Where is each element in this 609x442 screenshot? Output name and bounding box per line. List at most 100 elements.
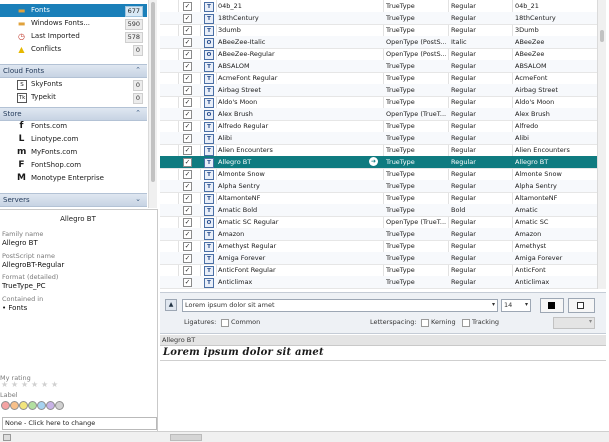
cloud-item[interactable]: S SkyFonts 0	[0, 78, 147, 91]
sidebar-scrollbar[interactable]	[148, 0, 157, 208]
activate-checkbox[interactable]: ✓	[183, 146, 192, 155]
label-color-swatch[interactable]	[28, 401, 37, 410]
label-color-swatch[interactable]	[46, 401, 55, 410]
sidebar-scroll-thumb[interactable]	[151, 2, 155, 182]
activate-checkbox[interactable]: ✓	[183, 278, 192, 287]
collapse-icon[interactable]: ⌃	[135, 109, 141, 117]
collapse-icon[interactable]: ⌃	[135, 66, 141, 74]
format-value: TrueType_PC	[2, 282, 46, 290]
source-item[interactable]: ▬ Windows Fonts... 590	[0, 17, 147, 30]
truetype-icon: T	[204, 170, 214, 180]
activate-checkbox[interactable]: ✓	[183, 98, 192, 107]
star-icon[interactable]: ★	[51, 380, 58, 389]
activate-checkbox[interactable]: ✓	[183, 14, 192, 23]
source-item[interactable]: ◷ Last Imported 578	[0, 30, 147, 43]
activate-checkbox[interactable]: ✓	[183, 26, 192, 35]
servers-header[interactable]: Servers ⌄	[0, 193, 147, 207]
font-name-cell: Alfredo Regular	[218, 122, 269, 130]
common-ligatures-checkbox[interactable]	[221, 319, 229, 327]
activate-checkbox[interactable]: ✓	[183, 206, 192, 215]
cloud-fonts-header[interactable]: Cloud Fonts ⌃	[0, 64, 147, 78]
truetype-icon: T	[204, 230, 214, 240]
truetype-icon: T	[204, 242, 214, 252]
tracking-value-select[interactable]: ▾	[553, 317, 595, 329]
font-family-cell: Alfredo	[515, 122, 539, 130]
warning-icon: ▲	[18, 45, 25, 54]
postscript-name-label: PostScript name	[2, 252, 55, 260]
store-header[interactable]: Store ⌃	[0, 107, 147, 121]
activate-checkbox[interactable]: ✓	[183, 218, 192, 227]
font-type-cell: TrueType	[386, 146, 415, 154]
font-style-cell: Italic	[451, 38, 467, 46]
truetype-icon: T	[204, 122, 214, 132]
label-note-field[interactable]: None - Click here to change	[2, 417, 157, 430]
collapse-icon[interactable]: ⌄	[135, 195, 141, 203]
font-type-cell: OpenType (PostS...	[386, 38, 446, 46]
star-icon[interactable]: ★	[11, 380, 18, 389]
activate-checkbox[interactable]: ✓	[183, 86, 192, 95]
font-family-cell: 18thCentury	[515, 14, 556, 22]
sample-text-input[interactable]: Lorem ipsum dolor sit amet ▾	[182, 299, 498, 312]
font-type-cell: OpenType (TrueT...	[386, 218, 446, 226]
font-row[interactable]: ✓ T Anticlimax TrueType Regular Anticlimax	[160, 276, 597, 289]
store-item[interactable]: L Linotype.com	[0, 133, 147, 146]
activate-checkbox[interactable]: ✓	[183, 134, 192, 143]
activate-checkbox[interactable]: ✓	[183, 170, 192, 179]
font-name-cell: Almonte Snow	[218, 170, 265, 178]
font-type-cell: OpenType (TrueT...	[386, 110, 446, 118]
activate-checkbox[interactable]: ✓	[183, 110, 192, 119]
activate-checkbox[interactable]: ✓	[183, 254, 192, 263]
font-style-cell: Regular	[451, 74, 476, 82]
source-item[interactable]: ▬ Fonts 677	[0, 4, 147, 17]
label-color-swatch[interactable]	[55, 401, 64, 410]
cloud-item-count: 0	[132, 93, 143, 104]
font-family-cell: Almonte Snow	[515, 170, 562, 178]
table-scrollbar[interactable]	[597, 0, 606, 289]
white-on-black-button[interactable]	[568, 298, 595, 313]
font-name-cell: Alibi	[218, 134, 232, 142]
store-item[interactable]: F FontShop.com	[0, 159, 147, 172]
label-color-swatch[interactable]	[19, 401, 28, 410]
store-item[interactable]: f Fonts.com	[0, 120, 147, 133]
activate-checkbox[interactable]: ✓	[183, 266, 192, 275]
activate-checkbox[interactable]: ✓	[183, 158, 192, 167]
source-item-count: 677	[124, 6, 143, 17]
store-item[interactable]: m MyFonts.com	[0, 146, 147, 159]
kerning-checkbox[interactable]	[421, 319, 429, 327]
chevron-down-icon[interactable]: ▾	[492, 301, 495, 308]
label-color-swatch[interactable]	[10, 401, 19, 410]
activate-checkbox[interactable]: ✓	[183, 2, 192, 11]
activate-checkbox[interactable]: ✓	[183, 230, 192, 239]
folder-icon: ▬	[17, 19, 26, 28]
black-on-white-button[interactable]	[540, 298, 564, 313]
label-color-swatch[interactable]	[1, 401, 10, 410]
font-family-cell: Amatic SC	[515, 218, 549, 226]
activate-checkbox[interactable]: ✓	[183, 50, 192, 59]
font-type-cell: TrueType	[386, 194, 415, 202]
star-icon[interactable]: ★	[41, 380, 48, 389]
cloud-item[interactable]: Tk Typekit 0	[0, 91, 147, 104]
activate-checkbox[interactable]: ✓	[183, 182, 192, 191]
activate-checkbox[interactable]: ✓	[183, 122, 192, 131]
activate-checkbox[interactable]: ✓	[183, 62, 192, 71]
store-item[interactable]: M Monotype Enterprise	[0, 172, 147, 185]
activate-checkbox[interactable]: ✓	[183, 38, 192, 47]
font-size-select[interactable]: 14 ▾	[501, 299, 531, 312]
font-type-cell: TrueType	[386, 206, 415, 214]
horizontal-scroll-thumb[interactable]	[170, 434, 202, 441]
label-color-swatch[interactable]	[37, 401, 46, 410]
activate-checkbox[interactable]: ✓	[183, 242, 192, 251]
activate-checkbox[interactable]: ✓	[183, 194, 192, 203]
grip-icon[interactable]	[3, 434, 11, 441]
star-icon[interactable]: ★	[21, 380, 28, 389]
collapse-preview-button[interactable]: ▲	[165, 299, 177, 311]
star-icon[interactable]: ★	[31, 380, 38, 389]
font-name-cell: Amethyst Regular	[218, 242, 277, 250]
table-scroll-thumb[interactable]	[600, 30, 604, 42]
activate-checkbox[interactable]: ✓	[183, 74, 192, 83]
font-type-cell: TrueType	[386, 14, 415, 22]
arrow-right-icon[interactable]: ➜	[369, 157, 378, 166]
tracking-checkbox[interactable]	[462, 319, 470, 327]
star-icon[interactable]: ★	[1, 380, 8, 389]
source-item[interactable]: ▲ Conflicts 0	[0, 43, 147, 56]
